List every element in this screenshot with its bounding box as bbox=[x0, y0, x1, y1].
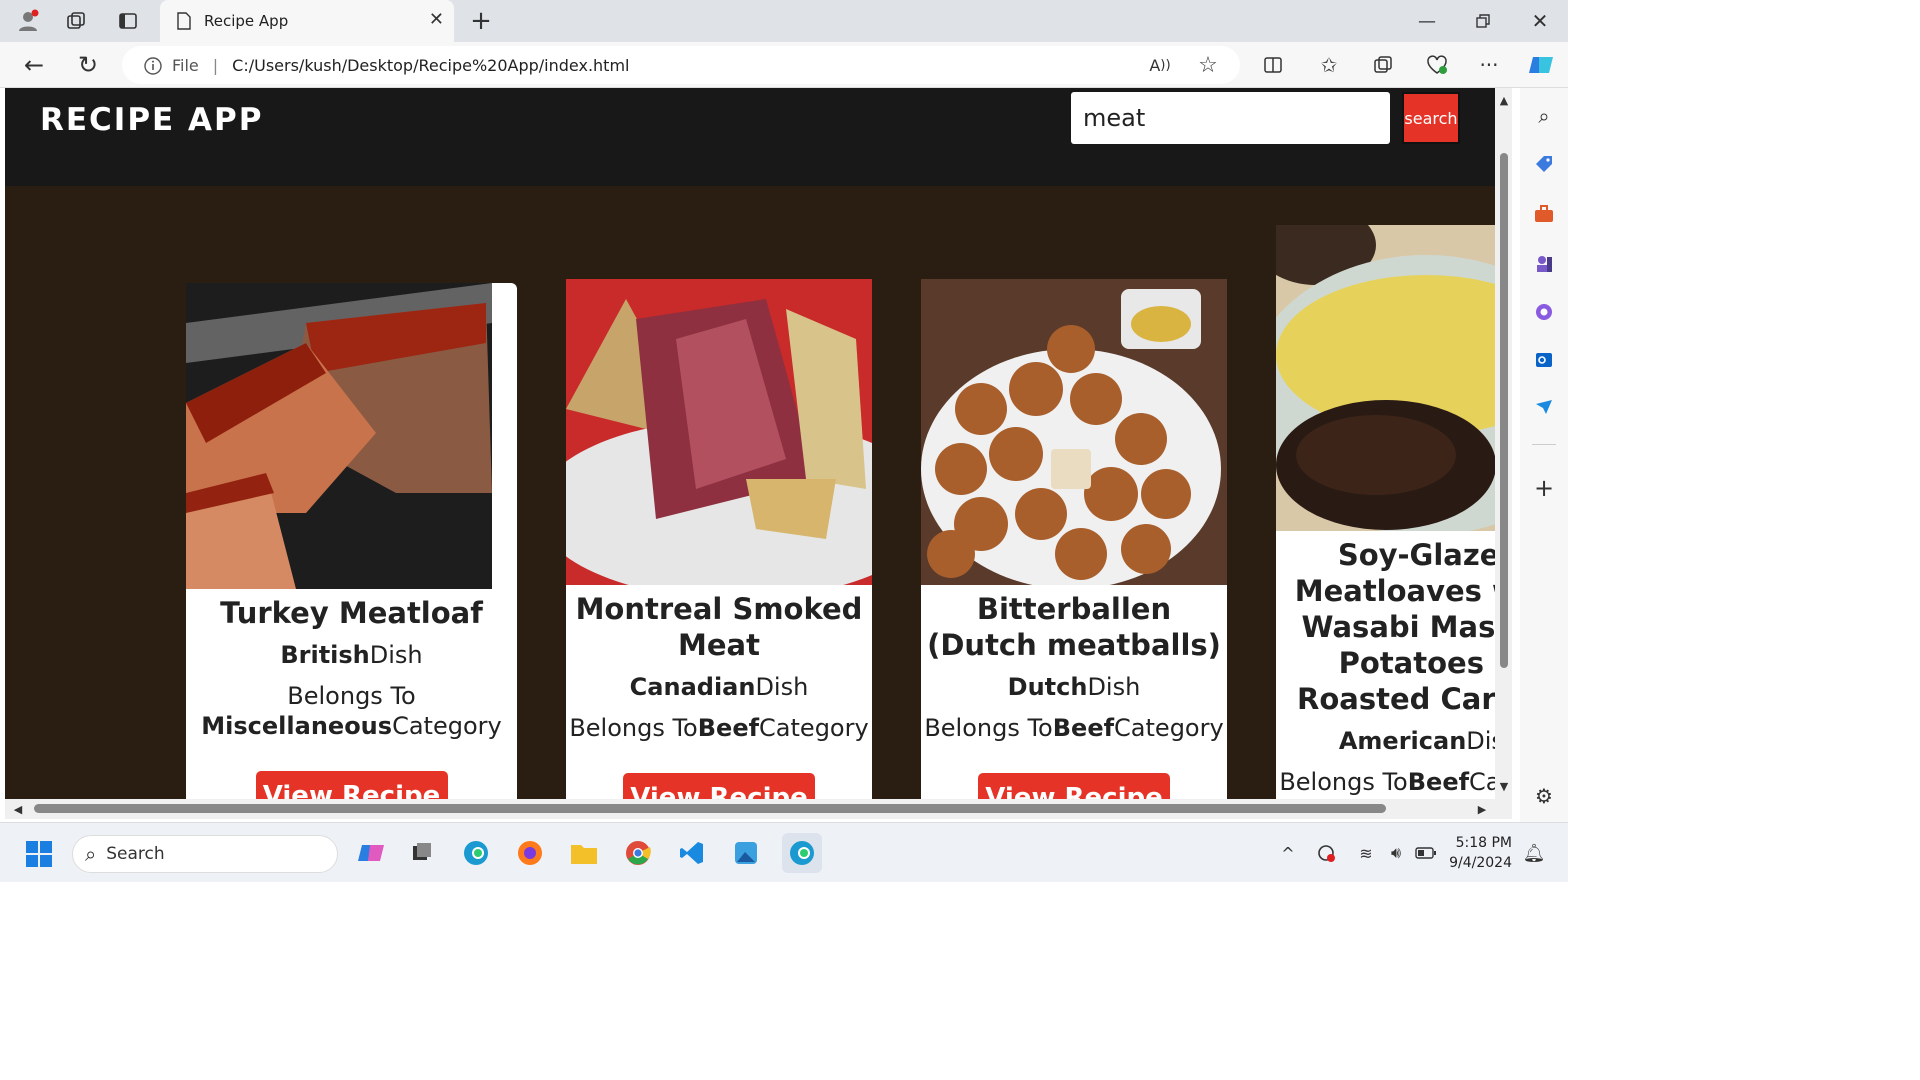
chevron-up-icon[interactable]: ^ bbox=[1276, 841, 1300, 865]
shopping-tag-icon[interactable] bbox=[1530, 150, 1558, 178]
recipe-image bbox=[1276, 225, 1495, 531]
volume-icon[interactable]: 🔊︎ bbox=[1384, 841, 1408, 865]
browser-essentials-icon[interactable] bbox=[1424, 52, 1450, 78]
read-aloud-icon[interactable]: A)) bbox=[1148, 54, 1172, 76]
tools-icon[interactable] bbox=[1530, 200, 1558, 228]
search-icon: ⌕ bbox=[85, 842, 97, 866]
info-icon[interactable] bbox=[142, 55, 164, 77]
windows-start-icon[interactable] bbox=[24, 839, 54, 869]
recipe-category: Belongs ToBeefCategory bbox=[569, 714, 869, 742]
recipe-image bbox=[186, 283, 492, 589]
app-title: RECIPE APP bbox=[40, 102, 264, 138]
search-button[interactable]: search bbox=[1402, 92, 1460, 144]
view-recipe-button[interactable]: View Recipe bbox=[623, 773, 815, 799]
minimize-icon[interactable]: — bbox=[1414, 8, 1440, 34]
favorite-star-icon[interactable]: ☆ bbox=[1196, 53, 1220, 78]
recipe-app-page: RECIPE APP search Turkey Meatloaf Britis… bbox=[5, 88, 1495, 799]
add-sidebar-icon[interactable]: + bbox=[1530, 474, 1558, 502]
taskbar-search-label: Search bbox=[106, 844, 165, 864]
chrome-icon[interactable] bbox=[622, 837, 654, 869]
recipe-area: AmericanDish bbox=[1338, 727, 1495, 755]
recipe-title: Soy-Glazed Meatloaves with Wasabi Mashed… bbox=[1294, 538, 1495, 716]
recipe-card: Bitterballen (Dutch meatballs) DutchDish… bbox=[921, 279, 1227, 799]
settings-gear-icon[interactable]: ⚙ bbox=[1530, 782, 1558, 810]
recipe-title: Montreal Smoked Meat bbox=[575, 592, 863, 662]
horizontal-scroll-thumb[interactable] bbox=[34, 804, 1386, 813]
new-tab-icon[interactable]: + bbox=[468, 6, 494, 36]
view-recipe-button[interactable]: View Recipe bbox=[255, 771, 448, 799]
profile-icon[interactable] bbox=[14, 7, 42, 35]
file-explorer-icon[interactable] bbox=[568, 837, 600, 869]
clock-time: 5:18 PM bbox=[1455, 835, 1512, 851]
close-tab-icon[interactable]: ✕ bbox=[429, 9, 444, 30]
restore-icon[interactable] bbox=[1470, 8, 1496, 34]
favorites-icon[interactable]: ✩ bbox=[1316, 52, 1342, 78]
page-icon bbox=[177, 12, 191, 30]
workspaces-icon[interactable] bbox=[62, 8, 90, 34]
vscode-icon[interactable] bbox=[676, 837, 708, 869]
recipe-area: BritishDish bbox=[280, 641, 423, 669]
address-bar[interactable]: File | C:/Users/kush/Desktop/Recipe%20Ap… bbox=[122, 46, 1240, 84]
recipe-card: Turkey Meatloaf BritishDish Belongs To Mi… bbox=[186, 283, 517, 799]
search-icon[interactable]: ⌕ bbox=[1530, 102, 1558, 130]
recipe-image bbox=[566, 279, 872, 585]
close-window-icon[interactable]: ✕ bbox=[1527, 8, 1553, 34]
view-recipe-button[interactable]: View Recipe bbox=[978, 773, 1170, 799]
task-view-icon[interactable] bbox=[406, 837, 438, 869]
drop-icon[interactable] bbox=[1530, 394, 1558, 422]
recipe-image bbox=[921, 279, 1227, 585]
app-header: RECIPE APP search bbox=[5, 88, 1495, 186]
windows-taskbar: ⌕ Search ^ ≋ 🔊︎ 5:18 PM 9/4/2024 🔔︎ bbox=[0, 822, 1568, 882]
notification-bell-icon[interactable]: 🔔︎ bbox=[1522, 841, 1546, 865]
scroll-up-arrow-icon[interactable]: ▲ bbox=[1496, 92, 1512, 108]
refresh-icon[interactable]: ↻ bbox=[74, 51, 102, 79]
recipe-card: Soy-Glazed Meatloaves with Wasabi Mashed… bbox=[1276, 225, 1495, 799]
sync-icon[interactable] bbox=[1314, 841, 1338, 865]
recipe-title: Bitterballen (Dutch meatballs) bbox=[927, 592, 1221, 662]
browser-tab-strip: Recipe App ✕ + — ✕ bbox=[0, 0, 1568, 42]
scroll-right-arrow-icon[interactable]: ▶ bbox=[1474, 801, 1490, 817]
recipe-area: DutchDish bbox=[1007, 673, 1141, 701]
split-screen-icon[interactable] bbox=[1260, 52, 1286, 78]
tab-title: Recipe App bbox=[204, 12, 289, 30]
copilot-icon[interactable] bbox=[1526, 50, 1556, 80]
copilot-pre-icon[interactable] bbox=[356, 837, 388, 869]
address-bar-row: ← ↻ File | C:/Users/kush/Desktop/Recipe%… bbox=[0, 42, 1568, 88]
scroll-down-arrow-icon[interactable]: ▼ bbox=[1496, 778, 1512, 794]
back-icon[interactable]: ← bbox=[20, 51, 48, 79]
edge-sidebar: ⌕ + ⚙ bbox=[1520, 88, 1568, 822]
microsoft-365-icon[interactable] bbox=[1530, 298, 1558, 326]
more-menu-icon[interactable]: ··· bbox=[1476, 52, 1502, 78]
vertical-scroll-thumb[interactable] bbox=[1500, 153, 1508, 668]
url-scheme-label: File bbox=[172, 55, 199, 75]
url-text[interactable]: C:/Users/kush/Desktop/Recipe%20App/index… bbox=[232, 56, 629, 75]
search-input[interactable] bbox=[1071, 92, 1390, 144]
recipe-category: Belongs ToBeefCategory bbox=[1279, 768, 1495, 796]
edge-active-icon[interactable] bbox=[782, 833, 822, 873]
recipe-card: Montreal Smoked Meat CanadianDish Belong… bbox=[566, 279, 872, 799]
sidebar-divider bbox=[1532, 444, 1556, 445]
recipe-category: Belongs To MiscellaneousCategory bbox=[201, 682, 502, 740]
recipe-area: CanadianDish bbox=[629, 673, 809, 701]
system-clock[interactable]: 5:18 PM 9/4/2024 bbox=[1440, 833, 1512, 873]
scroll-left-arrow-icon[interactable]: ◀ bbox=[10, 801, 26, 817]
wifi-icon[interactable]: ≋ bbox=[1354, 841, 1378, 865]
games-icon[interactable] bbox=[1530, 250, 1558, 278]
recipe-title: Turkey Meatloaf bbox=[220, 596, 483, 630]
firefox-icon[interactable] bbox=[514, 837, 546, 869]
tab-actions-icon[interactable] bbox=[114, 8, 142, 34]
tab-recipe-app[interactable]: Recipe App ✕ bbox=[160, 0, 454, 42]
photos-icon[interactable] bbox=[730, 837, 762, 869]
edge-taskbar-icon[interactable] bbox=[460, 837, 492, 869]
outlook-icon[interactable] bbox=[1530, 346, 1558, 374]
clock-date: 9/4/2024 bbox=[1449, 855, 1512, 871]
battery-icon[interactable] bbox=[1414, 841, 1438, 865]
taskbar-search[interactable]: ⌕ Search bbox=[72, 835, 338, 873]
url-separator: | bbox=[212, 55, 219, 75]
recipe-category: Belongs ToBeefCategory bbox=[924, 714, 1224, 742]
collections-icon[interactable] bbox=[1370, 52, 1396, 78]
